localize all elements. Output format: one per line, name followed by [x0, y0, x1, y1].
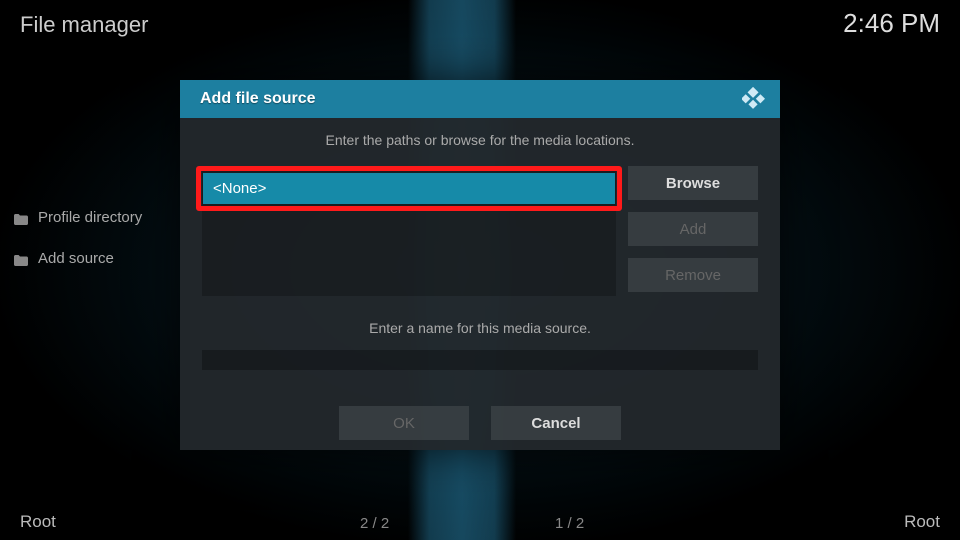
left-pane-counter: 2 / 2	[360, 515, 389, 532]
path-entry-selected[interactable]: <None>	[203, 173, 615, 204]
name-instruction: Enter a name for this media source.	[202, 320, 758, 336]
browse-button[interactable]: Browse	[628, 166, 758, 200]
right-pane-counter: 1 / 2	[555, 515, 584, 532]
file-item-profile-directory[interactable]: Profile directory	[14, 205, 142, 230]
dialog-header: Add file source	[180, 80, 780, 118]
remove-button[interactable]: Remove	[628, 258, 758, 292]
clock: 2:46 PM	[843, 8, 940, 39]
kodi-logo-icon	[742, 87, 766, 111]
cancel-button[interactable]: Cancel	[491, 406, 621, 440]
file-item-label: Add source	[38, 250, 114, 267]
left-pane-root-label: Root	[20, 512, 56, 532]
paths-list[interactable]: <None>	[202, 166, 616, 296]
add-file-source-dialog: Add file source Enter the paths or brows…	[180, 80, 780, 450]
paths-instruction: Enter the paths or browse for the media …	[202, 132, 758, 148]
source-name-input[interactable]	[202, 350, 758, 370]
dialog-title: Add file source	[200, 90, 316, 108]
ok-button[interactable]: OK	[339, 406, 469, 440]
page-title: File manager	[20, 12, 148, 38]
add-button[interactable]: Add	[628, 212, 758, 246]
file-item-label: Profile directory	[38, 209, 142, 226]
folder-icon	[14, 212, 28, 223]
right-pane-root-label: Root	[904, 512, 940, 532]
highlight-box: <None>	[196, 166, 622, 211]
left-file-list: Profile directory Add source	[14, 205, 142, 287]
folder-icon	[14, 253, 28, 264]
file-item-add-source[interactable]: Add source	[14, 246, 142, 271]
